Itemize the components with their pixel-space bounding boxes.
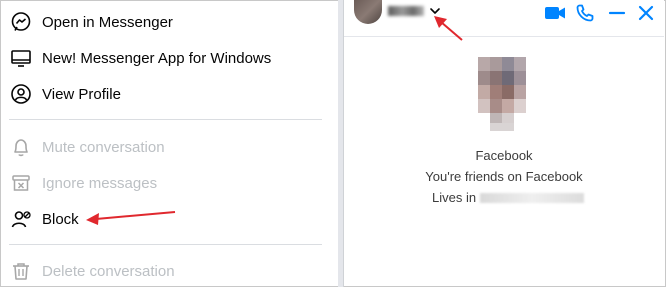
menu-divider [9, 244, 322, 245]
conversation-menu: Open in Messenger New! Messenger App for… [1, 1, 338, 286]
lives-in-label: Lives in [432, 190, 477, 205]
menu-item-label: View Profile [42, 85, 121, 103]
chevron-down-icon[interactable] [428, 4, 442, 18]
chat-source-label: Facebook [475, 148, 533, 163]
panel-divider [343, 0, 344, 287]
phone-call-icon[interactable] [574, 2, 596, 24]
friends-status-text: You're friends on Facebook [425, 169, 583, 184]
menu-item-delete-conversation[interactable]: Delete conversation [9, 256, 329, 286]
desktop-icon [9, 46, 33, 70]
block-user-icon [9, 207, 33, 231]
chat-header [344, 0, 664, 37]
menu-item-mute-conversation[interactable]: Mute conversation [9, 132, 329, 162]
location-redacted [480, 192, 585, 203]
profile-icon [9, 82, 33, 106]
menu-item-open-in-messenger[interactable]: Open in Messenger [9, 7, 329, 37]
menu-divider [9, 119, 322, 120]
profile-picture-pixelated [478, 57, 530, 137]
video-call-icon[interactable] [544, 2, 566, 24]
menu-item-label: Open in Messenger [42, 13, 173, 31]
menu-item-label: Block [42, 210, 79, 228]
menu-item-view-profile[interactable]: View Profile [9, 79, 329, 109]
menu-item-ignore-messages[interactable]: Ignore messages [9, 168, 329, 198]
menu-item-label: Delete conversation [42, 262, 175, 280]
ignore-icon [9, 171, 33, 195]
menu-item-block[interactable]: Block [9, 204, 329, 234]
avatar[interactable] [354, 0, 382, 24]
menu-item-messenger-app-windows[interactable]: New! Messenger App for Windows [9, 43, 329, 73]
contact-name-redacted[interactable] [388, 6, 424, 16]
menu-item-label: Mute conversation [42, 138, 165, 156]
messenger-icon [9, 10, 33, 34]
menu-item-label: New! Messenger App for Windows [42, 49, 272, 67]
bell-icon [9, 135, 33, 159]
lives-in-row: Lives in [432, 190, 585, 205]
minimize-icon[interactable] [606, 2, 628, 24]
trash-icon [9, 259, 33, 283]
close-icon[interactable] [635, 2, 657, 24]
menu-item-label: Ignore messages [42, 174, 158, 192]
